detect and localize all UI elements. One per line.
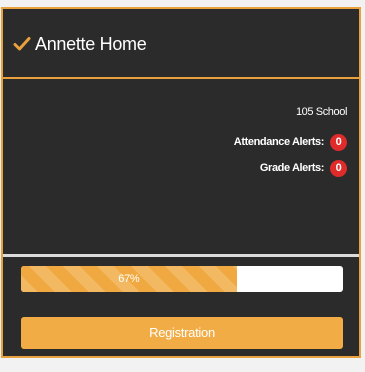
checkmark-icon (13, 35, 31, 53)
student-card: Annette Home 105 School Attendance Alert… (1, 7, 361, 358)
grade-alerts-row[interactable]: Grade Alerts: 0 (234, 155, 347, 181)
registration-button[interactable]: Registration (21, 317, 343, 349)
attendance-alerts-row[interactable]: Attendance Alerts: 0 (234, 129, 347, 155)
student-info: 105 School Attendance Alerts: 0 Grade Al… (234, 106, 347, 181)
grade-alerts-label: Grade Alerts: (259, 162, 324, 174)
school-row: 105 School (234, 103, 347, 121)
card-header[interactable]: Annette Home (3, 9, 359, 79)
school-name: 105 School (295, 106, 347, 118)
student-name-title: Annette Home (35, 34, 147, 54)
attendance-alerts-badge[interactable]: 0 (330, 133, 347, 151)
registration-progress-bar: 67% (21, 266, 343, 292)
divider (3, 254, 359, 257)
progress-fill: 67% (21, 266, 237, 292)
grade-alerts-badge[interactable]: 0 (330, 159, 347, 177)
attendance-alerts-label: Attendance Alerts: (233, 136, 325, 148)
